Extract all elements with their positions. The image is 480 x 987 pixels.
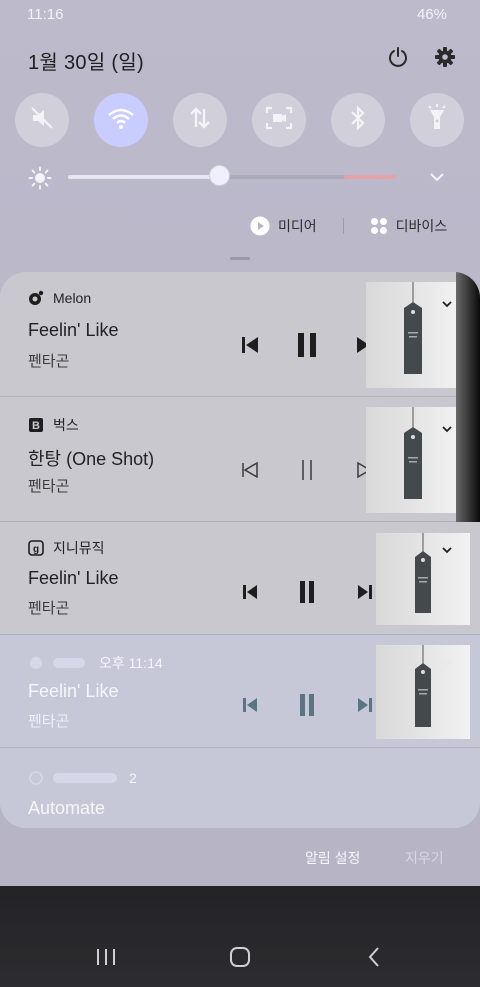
devices-button[interactable]: 디바이스 [370, 216, 448, 236]
music-app-icon [28, 655, 44, 671]
svg-text:g: g [33, 544, 39, 555]
brightness-slider-thumb[interactable] [208, 165, 230, 186]
navigation-bar [0, 886, 480, 987]
notification-app-label: 2 [28, 770, 137, 786]
track-title: Feelin' Like [28, 681, 119, 701]
art-fade-edge [456, 272, 480, 397]
devices-label: 디바이스 [395, 218, 448, 234]
chevron-down-icon[interactable] [440, 421, 454, 433]
notification-card-music[interactable]: 오후 11:14 Feelin' Like 펜타곤 [0, 635, 480, 748]
skip-previous-icon [240, 335, 260, 360]
notification-card-automate[interactable]: 2 Automate [0, 748, 480, 828]
notification-settings-button[interactable]: 알림 설정 [305, 848, 360, 868]
media-devices-row: 미디어 디바이스 [250, 213, 447, 239]
app-name-placeholder [53, 658, 85, 668]
track-title: Feelin' Like [28, 568, 119, 588]
skip-previous-icon [240, 460, 260, 485]
chevron-down-icon[interactable] [428, 170, 446, 184]
pause-icon [297, 458, 317, 487]
panel-handle[interactable] [230, 257, 250, 260]
melon-app-icon [28, 290, 44, 306]
notification-app-label: Melon [28, 290, 91, 306]
notification-title: Automate [28, 798, 106, 818]
svg-text:B: B [32, 420, 40, 432]
automate-app-icon [28, 770, 44, 786]
track-artist: 펜타곤 [28, 600, 70, 617]
devices-grid-icon [370, 217, 388, 235]
settings-gear-icon[interactable] [430, 42, 460, 72]
notification-time: 오후 11:14 [99, 655, 163, 671]
divider [342, 218, 344, 234]
track-artist: 펜타곤 [28, 478, 70, 495]
recent-apps-icon[interactable] [94, 944, 118, 970]
skip-next-icon [356, 696, 374, 719]
power-icon[interactable] [383, 42, 413, 72]
brightness-icon [28, 166, 52, 190]
play-circle-icon [250, 216, 270, 236]
brightness-high-zone [344, 175, 396, 179]
notification-card-bugs[interactable]: B 벅스 한탕 (One Shot) 펜타곤 [0, 397, 480, 522]
skip-previous-icon [241, 696, 259, 719]
pause-button[interactable] [292, 457, 322, 487]
sound-off-icon [29, 105, 55, 136]
battery-level: 46% [416, 6, 447, 23]
chevron-down-icon[interactable] [440, 655, 454, 667]
sound-toggle-button[interactable] [15, 93, 69, 147]
notification-app-label: g 지니뮤직 [28, 538, 105, 558]
status-time: 11:16 [27, 6, 64, 23]
album-art [376, 533, 470, 625]
track-artist: 펜타곤 [28, 353, 70, 370]
flashlight-toggle-button[interactable] [410, 93, 464, 147]
notification-count: 2 [129, 770, 137, 786]
media-output-button[interactable]: 미디어 [250, 216, 317, 236]
wifi-toggle-button[interactable] [94, 93, 148, 147]
notification-app-label: B 벅스 [28, 415, 79, 435]
media-label: 미디어 [278, 218, 317, 234]
bluetooth-icon [348, 104, 368, 136]
pause-button[interactable] [292, 332, 322, 362]
bluetooth-toggle-button[interactable] [331, 93, 385, 147]
previous-button[interactable] [235, 579, 265, 609]
wifi-icon [107, 106, 135, 135]
brightness-slider[interactable] [68, 175, 396, 179]
clear-all-button[interactable]: 지우기 [405, 848, 444, 868]
track-title: 한탕 (One Shot) [28, 449, 155, 469]
genie-app-icon: g [28, 540, 44, 556]
notification-panel: Melon Feelin' Like 펜타곤 B 벅스 한탕 (One Shot… [0, 272, 480, 828]
track-artist: 펜타곤 [28, 713, 70, 730]
back-icon[interactable] [364, 944, 384, 970]
notification-app-label: 오후 11:14 [28, 653, 163, 673]
album-art [376, 645, 470, 739]
notification-card-melon[interactable]: Melon Feelin' Like 펜타곤 [0, 272, 480, 397]
skip-previous-icon [241, 583, 259, 606]
screen-recorder-icon [265, 106, 293, 135]
pause-icon [297, 580, 317, 609]
track-title: Feelin' Like [28, 320, 119, 340]
pause-icon [297, 693, 317, 722]
skip-next-icon [356, 583, 374, 606]
bugs-app-icon: B [28, 417, 44, 433]
mobile-data-toggle-button[interactable] [173, 93, 227, 147]
flashlight-icon [427, 103, 447, 137]
pause-icon [295, 332, 319, 363]
chevron-down-icon[interactable] [440, 296, 454, 308]
chevron-down-icon[interactable] [440, 542, 454, 554]
date-label[interactable]: 1월 30일 (일) [28, 46, 144, 75]
previous-button[interactable] [235, 457, 265, 487]
app-name-placeholder [53, 773, 117, 783]
home-icon[interactable] [226, 944, 254, 970]
brightness-slider-fill [68, 175, 219, 179]
mobile-data-icon [187, 105, 213, 136]
previous-button[interactable] [235, 692, 265, 722]
notification-card-genie[interactable]: g 지니뮤직 Feelin' Like 펜타곤 [0, 522, 480, 635]
pause-button[interactable] [292, 579, 322, 609]
art-fade-edge [456, 397, 480, 522]
previous-button[interactable] [235, 332, 265, 362]
screen-recorder-toggle-button[interactable] [252, 93, 306, 147]
pause-button[interactable] [292, 692, 322, 722]
